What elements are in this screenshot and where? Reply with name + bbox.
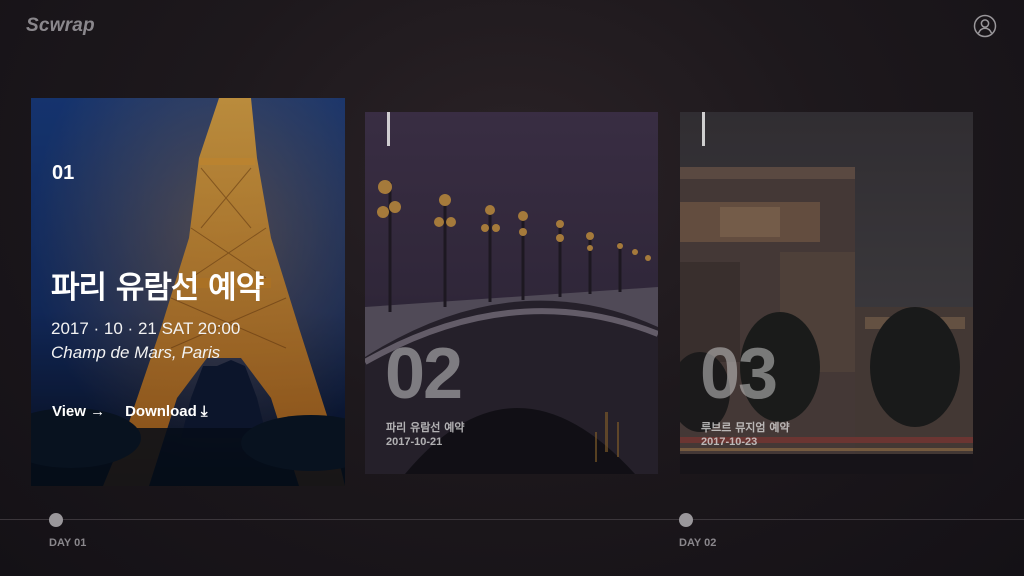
card-tick-mark (387, 112, 390, 146)
card-datetime: 2017 · 10 · 21 SAT 20:00 (51, 319, 241, 338)
card-number: 02 (385, 334, 463, 414)
app-logo[interactable]: Scwrap (26, 15, 95, 37)
timeline-track (0, 519, 1024, 520)
card-actions: View → Download ⤓ (52, 403, 208, 420)
reservation-card-1[interactable]: 01 파리 유람선 예약 2017 · 10 · 21 SAT 20:00 Ch… (31, 98, 345, 486)
card-title: 파리 유람선 예약 (51, 270, 264, 306)
view-button[interactable]: View → (52, 403, 105, 420)
download-button[interactable]: Download ⤓ (125, 403, 207, 420)
card-title: 파리 유람선 예약 (386, 421, 465, 434)
reservation-card-3[interactable]: 03 루브르 뮤지엄 예약 2017-10-23 (680, 112, 973, 474)
reservation-card-2[interactable]: 02 파리 유람선 예약 2017-10-21 (365, 112, 658, 474)
card-date: 2017-10-23 (701, 436, 758, 448)
timeline-day-2-dot[interactable] (679, 513, 693, 527)
timeline-day-1-dot[interactable] (49, 513, 63, 527)
timeline-day-1-label[interactable]: DAY 01 (49, 537, 86, 549)
card-title: 루브르 뮤지엄 예약 (701, 421, 790, 434)
user-profile-icon[interactable] (973, 14, 997, 38)
card-number: 01 (52, 162, 75, 184)
card-location: Champ de Mars, Paris (51, 343, 221, 362)
card-number: 03 (700, 334, 778, 414)
card-date: 2017-10-21 (386, 436, 443, 448)
timeline-day-2-label[interactable]: DAY 02 (679, 537, 716, 549)
card-tick-mark (702, 112, 705, 146)
